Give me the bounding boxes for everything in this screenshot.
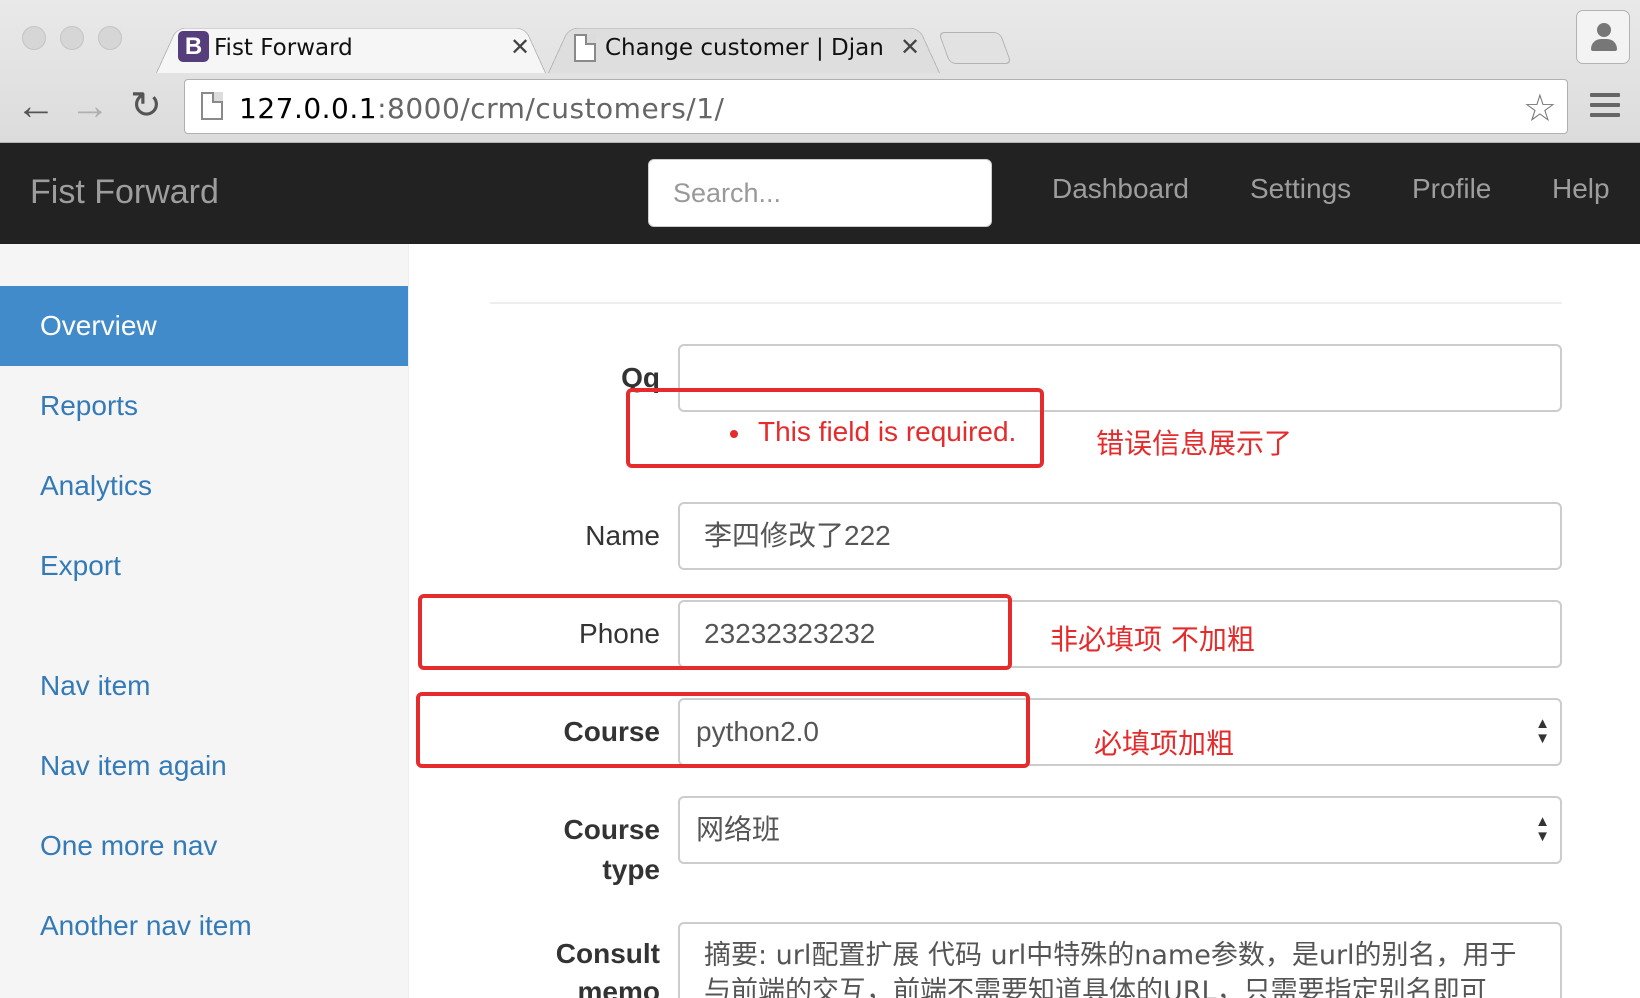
course-type-select[interactable]: 网络班 ▲ ▼ xyxy=(678,796,1562,864)
annotation-box-course xyxy=(416,692,1030,768)
hamburger-menu-icon[interactable] xyxy=(1590,93,1620,117)
course-type-value: 网络班 xyxy=(696,814,781,845)
tab-close-icon[interactable]: ✕ xyxy=(510,33,530,62)
annotation-box-phone xyxy=(418,594,1012,670)
brand-link[interactable]: Fist Forward xyxy=(30,173,219,212)
sidebar-item-another-nav-item[interactable]: Another nav item xyxy=(0,886,408,966)
back-arrow-icon[interactable]: ← xyxy=(16,86,56,126)
course-type-label-line1: Course xyxy=(563,814,660,845)
url-path: :8000/crm/customers/1/ xyxy=(377,92,725,125)
annotation-note-required: 必填项加粗 xyxy=(1094,727,1235,760)
url-text[interactable]: 127.0.0.1:8000/crm/customers/1/ xyxy=(239,92,724,125)
search-input[interactable] xyxy=(648,159,992,227)
browser-chrome: B Fist Forward ✕ Change customer | Djang… xyxy=(0,0,1640,143)
select-arrows-icon: ▲ ▼ xyxy=(1535,715,1550,747)
annotation-note-optional: 非必填项 不加粗 xyxy=(1050,623,1255,656)
reload-icon[interactable]: ↻ xyxy=(130,86,162,126)
bookmark-star-icon[interactable]: ☆ xyxy=(1523,86,1557,131)
page-icon xyxy=(201,92,223,120)
nav-settings[interactable]: Settings xyxy=(1250,173,1351,205)
sidebar-item-nav-item[interactable]: Nav item xyxy=(0,646,408,726)
sidebar-item-reports[interactable]: Reports xyxy=(0,366,408,446)
zoom-window-button[interactable] xyxy=(98,26,122,50)
select-arrows-icon: ▲ ▼ xyxy=(1535,813,1550,845)
consult-memo-textarea[interactable]: 摘要: url配置扩展 代码 url中特殊的name参数，是url的别名，用于 … xyxy=(678,922,1562,998)
document-icon xyxy=(574,34,596,62)
sidebar-item-one-more-nav[interactable]: One more nav xyxy=(0,806,408,886)
sidebar: Overview Reports Analytics Export Nav it… xyxy=(0,244,409,998)
sidebar-item-export[interactable]: Export xyxy=(0,526,408,606)
sidebar-item-analytics[interactable]: Analytics xyxy=(0,446,408,526)
url-host: 127.0.0.1 xyxy=(239,92,378,125)
forward-arrow-icon[interactable]: → xyxy=(70,86,110,126)
name-label: Name xyxy=(585,520,660,551)
name-input[interactable]: 李四修改了222 xyxy=(678,502,1562,570)
customer-edit-form: Qq This field is required. 错误信息展示了 Name … xyxy=(410,244,1640,998)
course-type-label-line2: type xyxy=(602,854,660,885)
tab-close-icon[interactable]: ✕ xyxy=(900,33,920,62)
sidebar-item-nav-item-again[interactable]: Nav item again xyxy=(0,726,408,806)
annotation-note-error: 错误信息展示了 xyxy=(1096,427,1293,460)
nav-profile[interactable]: Profile xyxy=(1412,173,1491,205)
consult-memo-label-line2: memo xyxy=(577,976,660,998)
consult-memo-label-line1: Consult xyxy=(555,938,660,969)
sidebar-item-overview[interactable]: Overview xyxy=(0,286,408,366)
memo-line: 与前端的交互，前端不需要知道具体的URL，只需要指定别名即可 xyxy=(704,976,1487,998)
qq-label: Qq xyxy=(621,362,660,393)
error-bullet xyxy=(730,430,738,438)
nav-help[interactable]: Help xyxy=(1552,173,1610,205)
bootstrap-logo-icon: B xyxy=(178,31,209,62)
name-value: 李四修改了222 xyxy=(704,520,891,551)
memo-line: 摘要: url配置扩展 代码 url中特殊的name参数，是url的别名，用于 xyxy=(704,940,1517,971)
nav-dashboard[interactable]: Dashboard xyxy=(1052,173,1189,205)
top-navbar: Fist Forward Dashboard Settings Profile … xyxy=(0,143,1640,244)
qq-error-message: This field is required. xyxy=(758,416,1017,447)
divider xyxy=(490,302,1562,304)
tab-title: Change customer | Django xyxy=(605,35,883,61)
tab-title: Fist Forward xyxy=(214,35,353,61)
minimize-window-button[interactable] xyxy=(60,26,84,50)
close-window-button[interactable] xyxy=(22,26,46,50)
new-tab-button[interactable] xyxy=(938,32,1012,64)
profile-icon[interactable] xyxy=(1576,10,1630,64)
address-bar[interactable]: 127.0.0.1:8000/crm/customers/1/ ☆ xyxy=(184,79,1568,134)
